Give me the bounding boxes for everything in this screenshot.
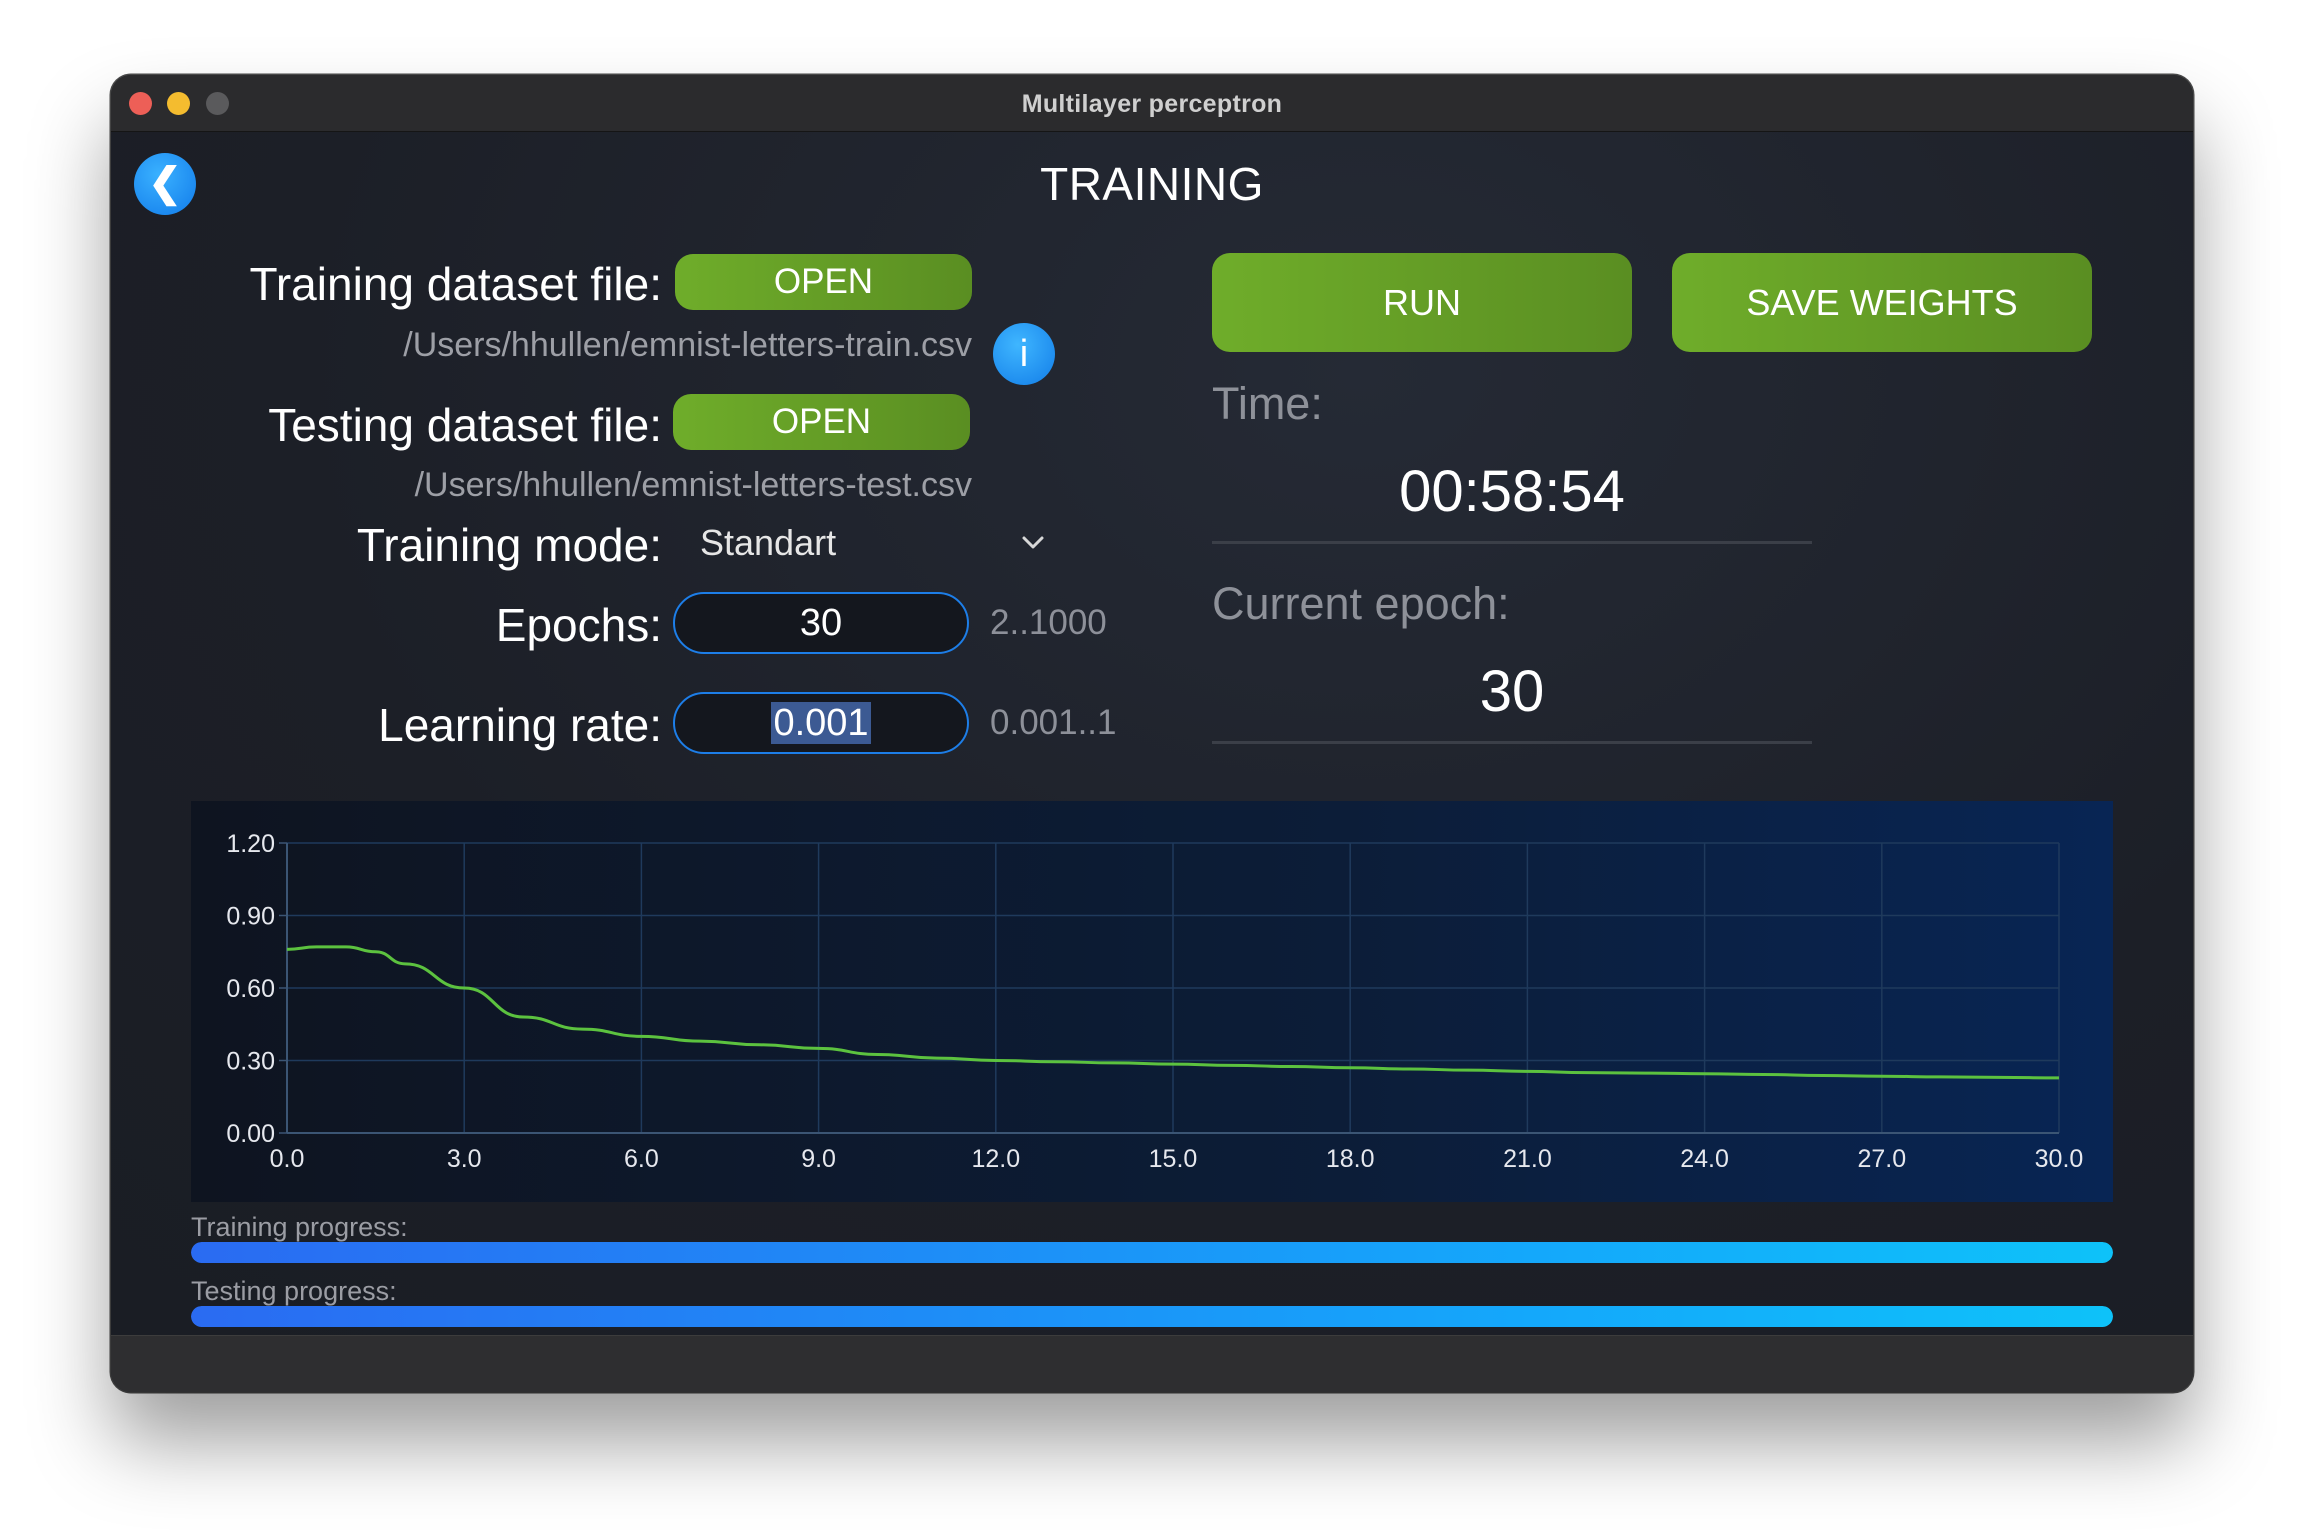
training-progress-bar — [191, 1242, 2113, 1263]
x-tick-label: 15.0 — [1149, 1145, 1198, 1173]
learning-rate-input[interactable]: 0.001 — [673, 692, 969, 754]
y-tick-label: 0.00 — [226, 1120, 275, 1148]
epochs-label: Epochs: — [495, 599, 662, 651]
y-tick-label: 0.90 — [226, 903, 275, 931]
learning-rate-label: Learning rate: — [378, 699, 662, 751]
epochs-input[interactable]: 30 — [673, 592, 969, 654]
info-button[interactable]: i — [993, 323, 1055, 385]
page-title: TRAINING — [1040, 158, 1264, 210]
info-icon: i — [1019, 333, 1029, 375]
training-progress-label: Training progress: — [191, 1212, 408, 1242]
testing-progress-bar — [191, 1306, 2113, 1327]
training-mode-value: Standart — [700, 522, 837, 563]
current-epoch-underline — [1212, 741, 1812, 744]
learning-rate-range-hint: 0.001..1 — [990, 703, 1117, 742]
run-button[interactable]: RUN — [1212, 253, 1632, 352]
loss-chart: 0.0 3.0 6.0 9.0 12.0 15.0 18.0 21.0 24.0 27.0 30.0… — [191, 801, 2113, 1202]
testing-file-path: /Users/hhullen/emnist-letters-test.csv — [414, 466, 972, 504]
training-file-path: /Users/hhullen/emnist-letters-train.csv — [403, 326, 972, 364]
save-weights-button[interactable]: SAVE WEIGHTS — [1672, 253, 2092, 352]
x-tick-label: 27.0 — [1857, 1145, 1906, 1173]
x-tick-label: 30.0 — [2035, 1145, 2084, 1173]
time-value: 00:58:54 — [1399, 459, 1625, 524]
x-tick-label: 6.0 — [624, 1145, 659, 1173]
y-tick-label: 0.30 — [226, 1048, 275, 1076]
window-title: Multilayer perceptron — [1021, 90, 1283, 118]
x-tick-label: 24.0 — [1680, 1145, 1729, 1173]
y-tick-label: 0.60 — [226, 975, 275, 1003]
training-file-label: Training dataset file: — [249, 258, 662, 310]
loss-chart-svg: 0.0 3.0 6.0 9.0 12.0 15.0 18.0 21.0 24.0 27.0 30.0… — [226, 830, 2084, 1173]
chevron-down-icon — [1022, 536, 1044, 549]
testing-progress-fill — [191, 1306, 2113, 1327]
epochs-value: 30 — [799, 602, 843, 644]
x-tick-label: 0.0 — [270, 1145, 305, 1173]
status-bar — [111, 1335, 2193, 1392]
x-tick-label: 21.0 — [1503, 1145, 1552, 1173]
training-mode-label: Training mode: — [356, 519, 662, 571]
x-tick-label: 9.0 — [801, 1145, 836, 1173]
y-tick-label: 1.20 — [226, 830, 275, 858]
title-bar: Multilayer perceptron — [111, 75, 2193, 132]
x-tick-label: 3.0 — [447, 1145, 482, 1173]
x-tick-label: 12.0 — [971, 1145, 1020, 1173]
testing-file-label: Testing dataset file: — [268, 399, 662, 451]
training-progress-fill — [191, 1242, 2113, 1263]
training-open-button[interactable]: OPEN — [675, 254, 972, 310]
learning-rate-value: 0.001 — [771, 702, 871, 744]
time-label: Time: — [1212, 378, 1323, 429]
time-underline — [1212, 541, 1812, 544]
epochs-range-hint: 2..1000 — [990, 603, 1107, 642]
testing-open-button[interactable]: OPEN — [673, 394, 970, 450]
testing-progress-label: Testing progress: — [191, 1276, 397, 1306]
x-tick-label: 18.0 — [1326, 1145, 1375, 1173]
current-epoch-value: 30 — [1479, 659, 1545, 724]
current-epoch-label: Current epoch: — [1212, 578, 1510, 629]
